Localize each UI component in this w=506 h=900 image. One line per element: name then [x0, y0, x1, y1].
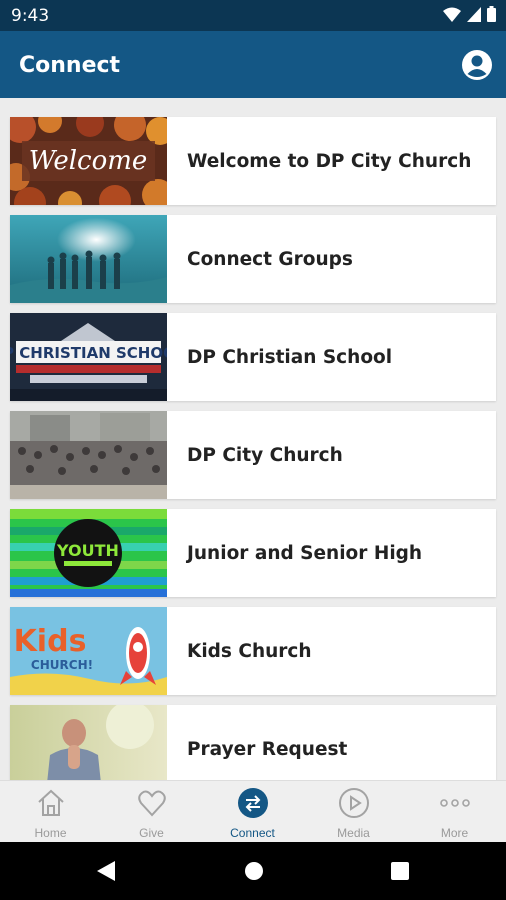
app-bar: Connect — [0, 31, 506, 98]
signal-icon — [467, 6, 481, 22]
system-nav-bar — [0, 842, 506, 900]
profile-button[interactable] — [462, 50, 492, 80]
card-label: DP Christian School — [187, 346, 393, 368]
more-icon — [440, 799, 470, 807]
recents-icon[interactable] — [389, 859, 411, 883]
back-icon[interactable] — [95, 859, 117, 883]
kids-thumb-text: Kids — [14, 624, 87, 659]
card-label: DP City Church — [187, 444, 343, 466]
nav-label: Give — [139, 826, 164, 840]
nav-label: Home — [34, 826, 67, 840]
list-item[interactable]: YOUTH Junior and Senior High — [10, 509, 496, 597]
christian-school-thumbnail: DP CHRISTIAN SCHOOL — [10, 313, 167, 401]
nav-label: Media — [337, 826, 370, 840]
kids-church-thumbnail: Kids CHURCH! — [10, 607, 167, 695]
list-item[interactable]: Welcome Welcome to DP City Church — [10, 117, 496, 205]
card-label: Kids Church — [187, 640, 312, 662]
card-label: Prayer Request — [187, 738, 348, 760]
page-title: Connect — [19, 53, 121, 78]
nav-label: More — [440, 826, 469, 840]
status-time: 9:43 — [11, 6, 50, 26]
kids-thumb-text-2: CHURCH! — [31, 658, 93, 672]
prayer-thumbnail — [10, 705, 167, 780]
nav-label: Connect — [230, 826, 275, 840]
battery-icon — [487, 6, 496, 22]
account-icon — [462, 50, 492, 80]
connect-groups-thumbnail — [10, 215, 167, 303]
card-label: Welcome to DP City Church — [187, 150, 472, 172]
list-item[interactable]: DP CHRISTIAN SCHOOL DP Christian School — [10, 313, 496, 401]
welcome-thumbnail: Welcome — [10, 117, 167, 205]
youth-thumbnail: YOUTH — [10, 509, 167, 597]
youth-thumb-text: YOUTH — [56, 541, 119, 560]
connect-icon — [238, 788, 268, 818]
city-church-thumbnail — [10, 411, 167, 499]
list-item[interactable]: DP City Church — [10, 411, 496, 499]
play-icon — [339, 788, 369, 818]
list-item[interactable]: Kids CHURCH! Kids Church — [10, 607, 496, 695]
nav-item-more[interactable]: More — [404, 781, 505, 843]
card-label: Connect Groups — [187, 248, 353, 270]
home-icon — [38, 789, 64, 816]
connect-list: Welcome Welcome to DP City Church Connec… — [0, 98, 506, 780]
list-item[interactable]: Connect Groups — [10, 215, 496, 303]
heart-icon — [138, 790, 166, 817]
nav-item-media[interactable]: Media — [303, 781, 404, 843]
card-label: Junior and Senior High — [187, 542, 423, 564]
status-bar: 9:43 — [0, 0, 506, 31]
nav-item-home[interactable]: Home — [0, 781, 101, 843]
school-thumb-text: DP CHRISTIAN SCHOOL — [10, 344, 167, 362]
nav-item-connect[interactable]: Connect — [202, 781, 303, 843]
wifi-icon — [443, 7, 461, 22]
bottom-nav: Home Give Connect Media More — [0, 780, 506, 842]
list-item[interactable]: Prayer Request — [10, 705, 496, 780]
home-circle-icon[interactable] — [243, 859, 265, 883]
nav-item-give[interactable]: Give — [101, 781, 202, 843]
welcome-thumb-text: Welcome — [29, 146, 148, 176]
